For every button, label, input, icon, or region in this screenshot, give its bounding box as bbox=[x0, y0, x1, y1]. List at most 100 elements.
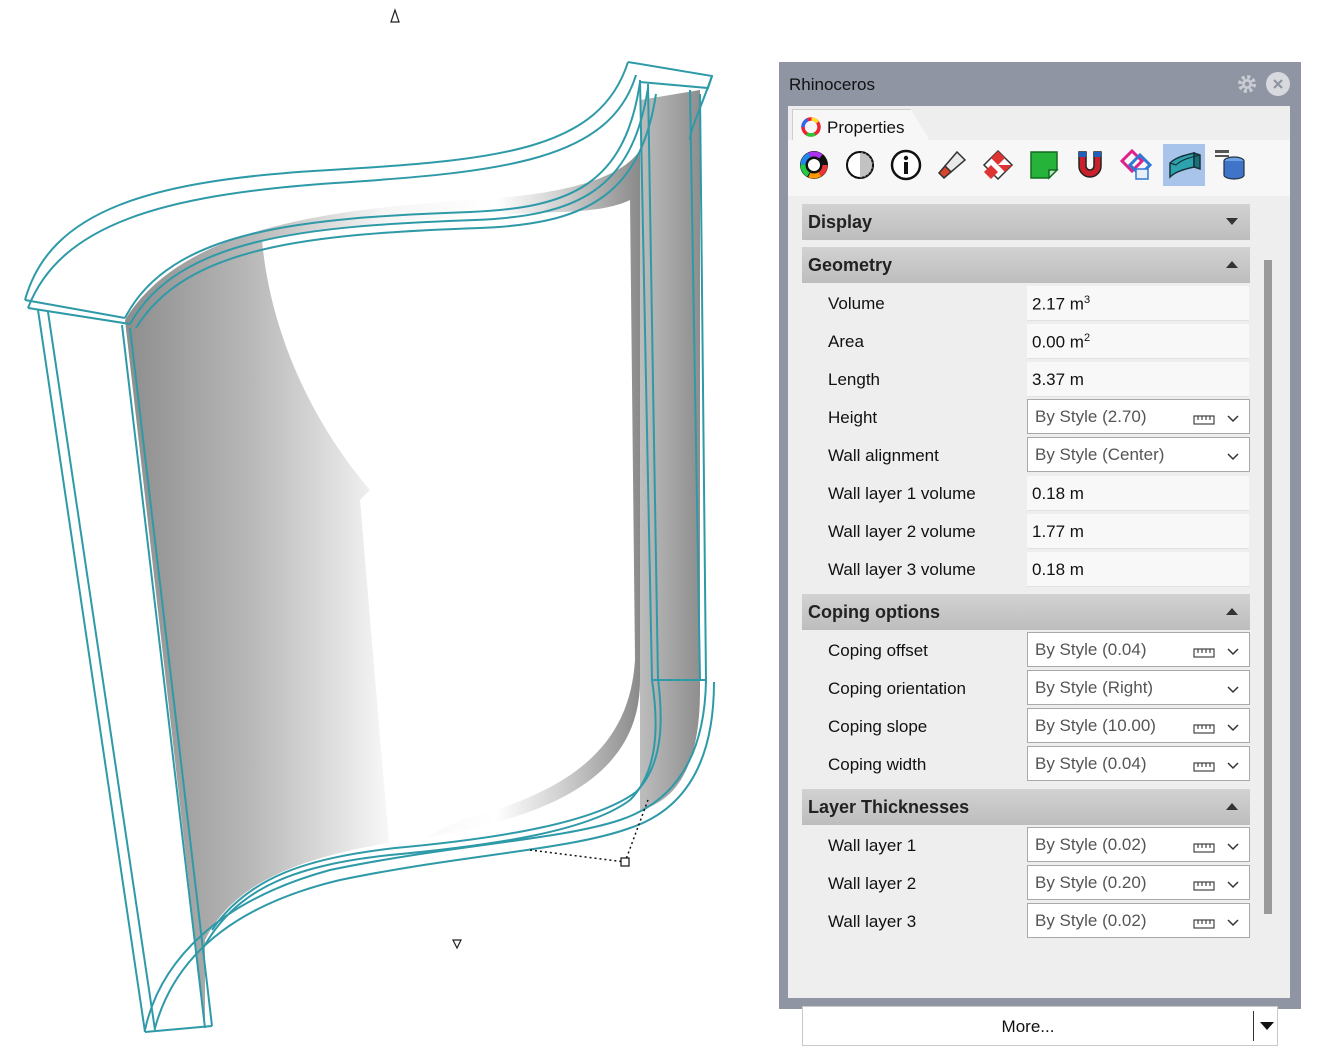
dropdown-value: By Style (0.04) bbox=[1035, 754, 1147, 773]
prop-row-wall-layer-2: Wall layer 2 By Style (0.20) bbox=[802, 864, 1250, 902]
dropdown-value: By Style (Right) bbox=[1035, 678, 1154, 697]
section-geometry-header[interactable]: Geometry bbox=[802, 247, 1250, 283]
color-wheel-icon bbox=[801, 117, 821, 141]
more-button[interactable]: More... bbox=[802, 1006, 1278, 1046]
prop-row-wall-layer-2-volume: Wall layer 2 volume 1.77 m bbox=[802, 512, 1250, 550]
texture-mapping-icon[interactable] bbox=[977, 144, 1019, 186]
wall-model-drawing[interactable] bbox=[0, 0, 770, 1050]
tab-properties[interactable]: Properties bbox=[792, 109, 930, 141]
gear-icon[interactable] bbox=[1235, 72, 1259, 96]
coping-offset-dropdown[interactable]: By Style (0.04) bbox=[1027, 632, 1250, 667]
prop-label: Wall layer 2 bbox=[828, 874, 917, 893]
prop-label: Coping width bbox=[828, 755, 927, 774]
magnet-snap-icon[interactable] bbox=[1069, 144, 1111, 186]
decal-icon[interactable] bbox=[1023, 144, 1065, 186]
gizmo-dotted-line bbox=[529, 799, 649, 863]
prop-row-wall-layer-3-volume: Wall layer 3 volume 0.18 m bbox=[802, 550, 1250, 588]
dropdown-value: By Style (0.04) bbox=[1035, 640, 1147, 659]
chevron-down-icon[interactable] bbox=[1227, 758, 1239, 776]
material-color-icon[interactable] bbox=[793, 144, 835, 186]
panel-content: Properties Display Geometry Volume 2.17 … bbox=[788, 106, 1290, 1046]
prop-label: Coping slope bbox=[828, 717, 928, 736]
prop-label: Coping offset bbox=[828, 641, 928, 660]
collapse-arrow-icon[interactable] bbox=[1226, 803, 1238, 810]
section-display-header[interactable]: Display bbox=[802, 204, 1250, 240]
marker-up-triangle[interactable] bbox=[390, 8, 400, 23]
close-icon[interactable] bbox=[1266, 72, 1290, 96]
wall-layer-1-dropdown[interactable]: By Style (0.02) bbox=[1027, 827, 1250, 862]
gizmo-handle[interactable] bbox=[620, 857, 630, 867]
prop-row-area: Area 0.00 m2 bbox=[802, 322, 1250, 360]
ruler-icon[interactable] bbox=[1193, 645, 1215, 663]
section-coping-header[interactable]: Coping options bbox=[802, 594, 1250, 630]
ruler-icon[interactable] bbox=[1193, 916, 1215, 934]
ruler-icon[interactable] bbox=[1193, 840, 1215, 858]
ruler-icon[interactable] bbox=[1193, 721, 1215, 739]
rhino-properties-panel: Rhinoceros Properties Display Geometry V… bbox=[779, 62, 1301, 1046]
more-button-label: More... bbox=[1001, 1017, 1055, 1036]
coping-slope-dropdown[interactable]: By Style (10.00) bbox=[1027, 708, 1250, 743]
tab-properties-label: Properties bbox=[827, 118, 905, 137]
section-geometry-label: Geometry bbox=[808, 255, 893, 275]
tab-strip: Properties bbox=[788, 106, 1290, 141]
prop-value: 0.18 m bbox=[1032, 484, 1084, 503]
prop-label: Wall layer 2 volume bbox=[828, 522, 976, 541]
wall-layer-3-dropdown[interactable]: By Style (0.02) bbox=[1027, 903, 1250, 938]
prop-label: Coping orientation bbox=[828, 679, 966, 698]
prop-label: Area bbox=[828, 332, 864, 351]
prop-label: Wall layer 1 volume bbox=[828, 484, 976, 503]
section-display-label: Display bbox=[808, 212, 873, 232]
unit-exponent: 2 bbox=[1083, 332, 1091, 344]
more-dropdown-arrow-icon[interactable] bbox=[1260, 1022, 1274, 1030]
object-display-icon[interactable] bbox=[839, 144, 881, 186]
prop-row-coping-orientation: Coping orientation By Style (Right) bbox=[802, 669, 1250, 707]
chevron-down-icon[interactable] bbox=[1227, 644, 1239, 662]
split-divider bbox=[1253, 1011, 1254, 1041]
dropdown-value: By Style (0.02) bbox=[1035, 835, 1147, 854]
chevron-down-icon[interactable] bbox=[1227, 411, 1239, 429]
marker-down-triangle[interactable] bbox=[452, 939, 462, 950]
unit-exponent: 3 bbox=[1083, 294, 1091, 306]
prop-row-wall-layer-1-volume: Wall layer 1 volume 0.18 m bbox=[802, 474, 1250, 512]
prop-label: Volume bbox=[828, 294, 885, 313]
chevron-down-icon[interactable] bbox=[1227, 682, 1239, 700]
prop-value: 0.18 m bbox=[1032, 560, 1084, 579]
prop-label: Height bbox=[828, 408, 878, 427]
ruler-icon[interactable] bbox=[1193, 759, 1215, 777]
dropdown-value: By Style (2.70) bbox=[1035, 407, 1147, 426]
prop-value: 0.00 m2 bbox=[1032, 332, 1090, 353]
collapse-arrow-icon[interactable] bbox=[1226, 608, 1238, 615]
coping-orientation-dropdown[interactable]: By Style (Right) bbox=[1027, 670, 1250, 705]
prop-value: 2.17 m3 bbox=[1032, 294, 1090, 315]
paint-brush-icon[interactable] bbox=[931, 144, 973, 186]
window-title: Rhinoceros bbox=[789, 75, 875, 94]
property-page-icons bbox=[788, 140, 1290, 196]
wall-alignment-dropdown[interactable]: By Style (Center) bbox=[1027, 437, 1250, 472]
prop-row-wall-layer-3: Wall layer 3 By Style (0.02) bbox=[802, 902, 1250, 940]
height-dropdown[interactable]: By Style (2.70) bbox=[1027, 399, 1250, 434]
wall-layer-2-dropdown[interactable]: By Style (0.20) bbox=[1027, 865, 1250, 900]
ruler-icon[interactable] bbox=[1193, 878, 1215, 896]
prop-row-wall-alignment: Wall alignment By Style (Center) bbox=[802, 436, 1250, 474]
panel-titlebar[interactable]: Rhinoceros bbox=[779, 62, 1301, 106]
wall-object-icon[interactable] bbox=[1163, 144, 1205, 186]
chevron-down-icon[interactable] bbox=[1227, 449, 1239, 467]
object-info-icon[interactable] bbox=[885, 144, 927, 186]
linked-block-icon[interactable] bbox=[1115, 144, 1157, 186]
chevron-down-icon[interactable] bbox=[1227, 877, 1239, 895]
ruler-icon[interactable] bbox=[1193, 412, 1215, 430]
coping-width-dropdown[interactable]: By Style (0.04) bbox=[1027, 746, 1250, 781]
viewport-3d[interactable] bbox=[0, 0, 770, 1050]
dropdown-value: By Style (10.00) bbox=[1035, 716, 1156, 735]
expand-arrow-icon[interactable] bbox=[1226, 218, 1238, 225]
section-layer-thicknesses-header[interactable]: Layer Thicknesses bbox=[802, 789, 1250, 825]
prop-label: Length bbox=[828, 370, 880, 389]
dropdown-value: By Style (0.20) bbox=[1035, 873, 1147, 892]
vertical-scrollbar[interactable] bbox=[1264, 260, 1272, 914]
chevron-down-icon[interactable] bbox=[1227, 915, 1239, 933]
prop-row-coping-width: Coping width By Style (0.04) bbox=[802, 745, 1250, 783]
collapse-arrow-icon[interactable] bbox=[1226, 261, 1238, 268]
chevron-down-icon[interactable] bbox=[1227, 839, 1239, 857]
chevron-down-icon[interactable] bbox=[1227, 720, 1239, 738]
database-attributes-icon[interactable] bbox=[1209, 144, 1251, 186]
